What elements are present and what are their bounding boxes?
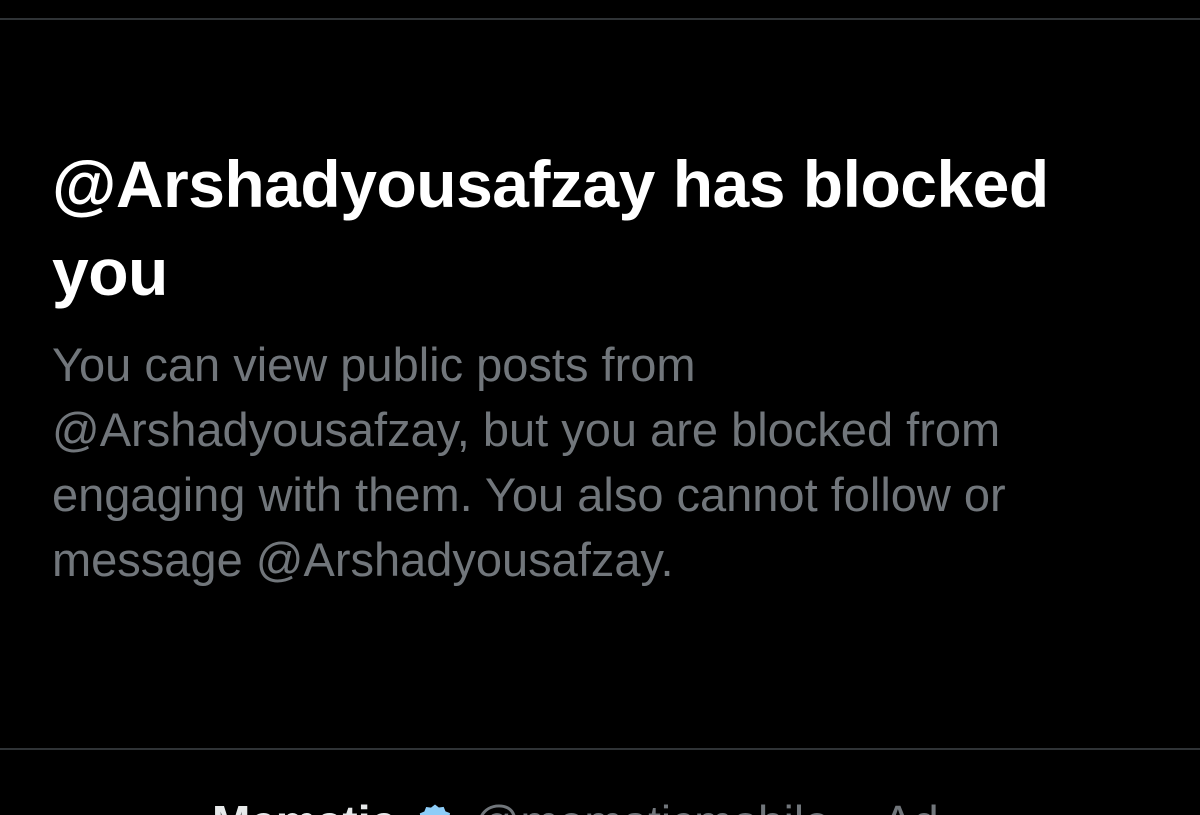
post-author-name[interactable]: Mematic bbox=[212, 796, 396, 815]
verified-badge-icon bbox=[415, 798, 455, 815]
promoted-post[interactable]: Mematic @mematicmobile Ad bbox=[0, 750, 1200, 815]
ad-label: Ad bbox=[882, 796, 938, 815]
top-divider bbox=[0, 18, 1200, 20]
post-author-handle[interactable]: @mematicmobile bbox=[474, 796, 830, 815]
blocked-description: You can view public posts from @Arshadyo… bbox=[52, 338, 1006, 586]
blocked-notice: @Arshadyousafzay has blocked you You can… bbox=[52, 140, 1152, 592]
blocked-title: @Arshadyousafzay has blocked you bbox=[52, 147, 1049, 309]
post-header: Mematic @mematicmobile Ad bbox=[212, 794, 939, 815]
